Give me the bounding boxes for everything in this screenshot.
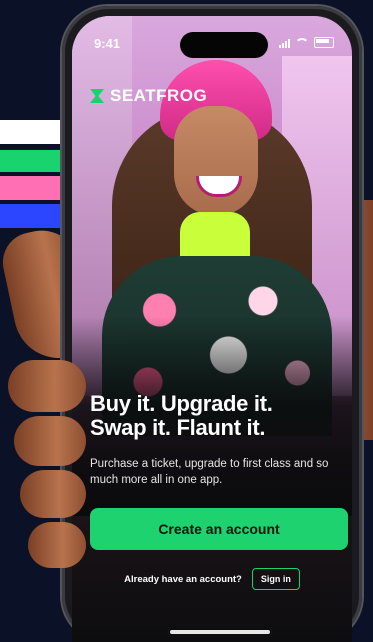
sign-in-button[interactable]: Sign in	[251, 568, 300, 590]
signal-icon	[279, 38, 290, 48]
hero-headline: Buy it. Upgrade it. Swap it. Flaunt it.	[90, 392, 350, 440]
brand-stripe-white	[0, 120, 70, 144]
phone-device: 9:41 SEATFROG Buy it. Upgrade it. Swap i…	[62, 6, 362, 642]
hand-finger-ring	[20, 470, 86, 518]
have-account-text: Already have an account?	[124, 573, 242, 585]
headline-line-1: Buy it. Upgrade it.	[90, 391, 273, 416]
brand-name: SEATFROG	[110, 86, 208, 105]
sign-in-row: Already have an account? Sign in	[72, 568, 352, 590]
status-bar: 9:41	[72, 32, 352, 58]
hand-finger-pinky	[28, 522, 86, 568]
headline-line-2: Swap it. Flaunt it.	[90, 415, 266, 440]
hand-finger-middle	[14, 416, 86, 466]
battery-icon	[314, 37, 334, 48]
hero-subtext: Purchase a ticket, upgrade to first clas…	[90, 458, 329, 486]
status-time: 9:41	[94, 36, 121, 51]
hero-photo-person-face	[174, 106, 258, 216]
brand-stripe-pink	[0, 176, 70, 200]
app-screen: 9:41 SEATFROG Buy it. Upgrade it. Swap i…	[72, 16, 352, 642]
brand-logo: SEATFROG	[90, 86, 207, 106]
dynamic-island	[180, 32, 268, 58]
home-indicator[interactable]	[170, 630, 270, 634]
hand-finger-index	[8, 360, 86, 412]
create-account-button[interactable]: Create an account	[90, 508, 348, 550]
status-icons	[279, 37, 334, 48]
brand-stripe-green	[0, 150, 70, 172]
wifi-icon	[295, 37, 309, 48]
seatfrog-logo-icon	[90, 89, 104, 103]
brand-stripe-blue	[0, 204, 70, 228]
